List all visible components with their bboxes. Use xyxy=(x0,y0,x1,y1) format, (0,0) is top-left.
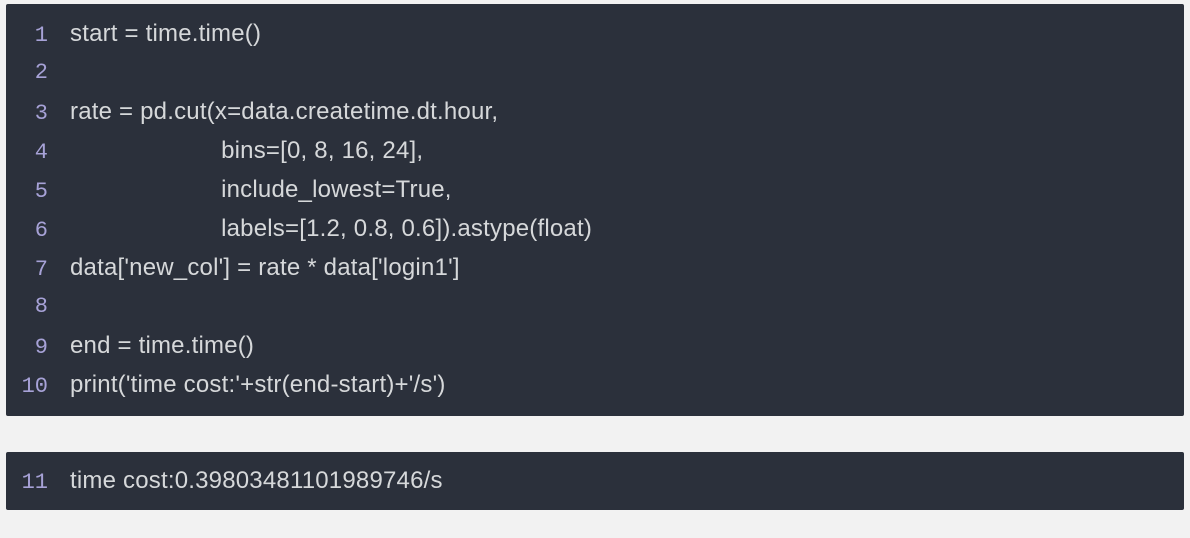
code-text: start = time.time() xyxy=(70,14,1184,53)
code-input-block[interactable]: 1 start = time.time() 2 3 rate = pd.cut(… xyxy=(6,4,1184,416)
line-number: 9 xyxy=(6,328,70,367)
line-number: 7 xyxy=(6,250,70,289)
output-text: time cost:0.39803481101989746/s xyxy=(70,460,1184,502)
code-text: print('time cost:'+str(end-start)+'/s') xyxy=(70,365,1184,404)
code-text: rate = pd.cut(x=data.createtime.dt.hour, xyxy=(70,92,1184,131)
line-number: 6 xyxy=(6,211,70,250)
code-line: 10 print('time cost:'+str(end-start)+'/s… xyxy=(6,365,1184,404)
code-line: 9 end = time.time() xyxy=(6,326,1184,365)
output-line: 11 time cost:0.39803481101989746/s xyxy=(6,460,1184,502)
code-line: 5 include_lowest=True, xyxy=(6,170,1184,209)
code-text: data['new_col'] = rate * data['login1'] xyxy=(70,248,1184,287)
line-number: 5 xyxy=(6,172,70,211)
page-root: 1 start = time.time() 2 3 rate = pd.cut(… xyxy=(0,0,1190,520)
code-text: bins=[0, 8, 16, 24], xyxy=(70,131,1184,170)
line-number: 1 xyxy=(6,16,70,55)
code-line: 1 start = time.time() xyxy=(6,14,1184,53)
code-line: 4 bins=[0, 8, 16, 24], xyxy=(6,131,1184,170)
code-text: labels=[1.2, 0.8, 0.6]).astype(float) xyxy=(70,209,1184,248)
line-number: 8 xyxy=(6,287,70,326)
code-line: 6 labels=[1.2, 0.8, 0.6]).astype(float) xyxy=(6,209,1184,248)
code-line: 3 rate = pd.cut(x=data.createtime.dt.hou… xyxy=(6,92,1184,131)
code-text: end = time.time() xyxy=(70,326,1184,365)
line-number: 4 xyxy=(6,133,70,172)
line-number: 2 xyxy=(6,53,70,92)
code-line: 8 xyxy=(6,287,1184,326)
code-text: include_lowest=True, xyxy=(70,170,1184,209)
code-line: 2 xyxy=(6,53,1184,92)
line-number: 11 xyxy=(6,462,70,504)
code-output-block: 11 time cost:0.39803481101989746/s xyxy=(6,452,1184,510)
line-number: 10 xyxy=(6,367,70,406)
line-number: 3 xyxy=(6,94,70,133)
code-line: 7 data['new_col'] = rate * data['login1'… xyxy=(6,248,1184,287)
